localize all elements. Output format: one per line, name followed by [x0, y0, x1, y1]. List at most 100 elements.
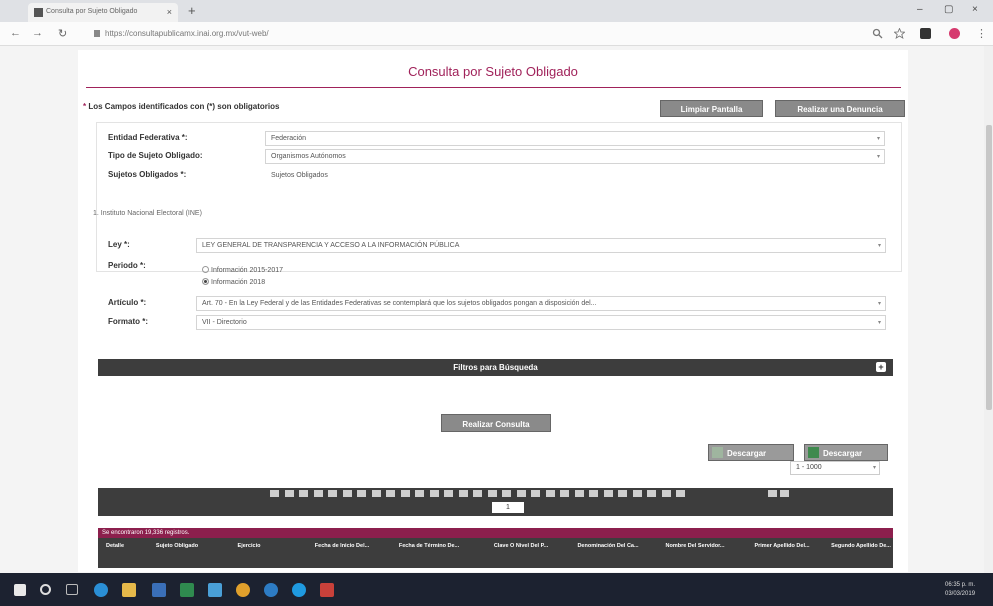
page-number-button[interactable] [386, 490, 395, 497]
tipo-label: Tipo de Sujeto Obligado: [108, 151, 203, 160]
tipo-value: Organismos Autónomos [271, 153, 346, 160]
page-number-button[interactable] [313, 490, 323, 497]
column-header[interactable]: Denominación Del Ca... [572, 543, 644, 550]
page-number-button[interactable] [647, 490, 656, 497]
chrome-icon[interactable] [236, 583, 250, 597]
column-header[interactable]: Detalle [100, 543, 130, 550]
page-number-button[interactable] [487, 490, 497, 497]
articulo-select[interactable]: Art. 70 - En la Ley Federal y de las Ent… [196, 296, 886, 311]
internet-explorer-icon[interactable] [292, 583, 306, 597]
page-number-button[interactable] [502, 490, 511, 497]
scrollbar-thumb[interactable] [986, 125, 992, 410]
page-number-button[interactable] [589, 490, 598, 497]
pdf-reader-icon[interactable] [320, 583, 334, 597]
clear-screen-button[interactable]: Limpiar Pantalla [660, 100, 763, 117]
skype-icon[interactable] [264, 583, 278, 597]
periodo-option-2015[interactable]: Información 2015-2017 [202, 266, 283, 274]
ley-select[interactable]: LEY GENERAL DE TRANSPARENCIA Y ACCESO A … [196, 238, 886, 253]
required-fields-text: Los Campos identificados con (*) son obl… [86, 102, 280, 111]
page-number-button[interactable] [632, 490, 642, 497]
column-header[interactable]: Fecha de Inicio Del... [306, 543, 378, 550]
download-button-1[interactable]: Descargar [708, 444, 794, 461]
maximize-icon[interactable]: ▢ [944, 4, 953, 15]
windows-start-icon[interactable] [14, 584, 26, 596]
extension-icon[interactable] [920, 28, 931, 39]
page-number-button[interactable] [400, 490, 410, 497]
page-number-button[interactable] [780, 490, 789, 497]
download-label: Descargar [823, 449, 863, 458]
lock-icon [94, 30, 100, 37]
word-icon[interactable] [152, 583, 166, 597]
page-number-button[interactable] [371, 490, 381, 497]
column-header[interactable]: Nombre Del Servidor... [660, 543, 730, 550]
page-number-button[interactable] [618, 490, 627, 497]
browser-tab[interactable]: Consulta por Sujeto Obligado × [28, 3, 178, 22]
column-header[interactable]: Primer Apellido Del... [750, 543, 814, 550]
column-header[interactable]: Segundo Apellido De... [830, 543, 892, 550]
rows-range-select[interactable]: 1 - 1000 ▾ [790, 461, 880, 475]
current-page-indicator[interactable]: 1 [492, 502, 524, 513]
chevron-down-icon: ▾ [872, 465, 876, 471]
search-filters-toggle[interactable]: Filtros para Búsqueda + [98, 359, 893, 376]
page-number-button[interactable] [342, 490, 352, 497]
url-text: https://consultapublicamx.inai.org.mx/vu… [105, 29, 269, 38]
entidad-select[interactable]: Federación ▾ [265, 131, 885, 146]
page-number-button[interactable] [560, 490, 569, 497]
entidad-value: Federación [271, 135, 307, 142]
file-explorer-icon[interactable] [122, 583, 136, 597]
page-number-button[interactable] [603, 490, 613, 497]
excel-icon [808, 447, 819, 458]
page-number-button[interactable] [429, 490, 439, 497]
excel-taskbar-icon[interactable] [180, 583, 194, 597]
formato-select[interactable]: VII - Directorio ▾ [196, 315, 886, 330]
periodo-option-label: Información 2015-2017 [211, 267, 283, 274]
page-number-button[interactable] [768, 490, 777, 497]
zoom-icon[interactable] [872, 28, 883, 39]
page-number-button[interactable] [444, 490, 453, 497]
column-header[interactable]: Clave O Nivel Del P... [482, 543, 560, 550]
url-field[interactable]: https://consultapublicamx.inai.org.mx/vu… [86, 26, 856, 42]
page-number-button[interactable] [357, 490, 366, 497]
page-number-button[interactable] [328, 490, 337, 497]
minimize-icon[interactable]: – [917, 4, 923, 15]
close-window-icon[interactable]: × [972, 4, 978, 15]
edge-icon[interactable] [94, 583, 108, 597]
tipo-select[interactable]: Organismos Autónomos ▾ [265, 149, 885, 164]
profile-avatar-icon[interactable] [949, 28, 960, 39]
bookmark-star-icon[interactable] [894, 28, 905, 39]
rows-range-value: 1 - 1000 [796, 464, 822, 471]
back-icon[interactable]: ← [10, 27, 21, 39]
download-button-2[interactable]: Descargar [804, 444, 888, 461]
photos-icon[interactable] [208, 583, 222, 597]
reload-icon[interactable]: ↻ [58, 27, 67, 40]
page-number-button[interactable] [415, 490, 424, 497]
forward-icon[interactable]: → [32, 27, 43, 39]
page-number-button[interactable] [473, 490, 482, 497]
formato-label: Formato *: [108, 317, 148, 326]
menu-dots-icon[interactable]: ⋮ [976, 27, 987, 40]
file-complaint-button[interactable]: Realizar una Denuncia [775, 100, 905, 117]
search-icon[interactable] [40, 584, 51, 595]
page-number-button[interactable] [545, 490, 555, 497]
ley-label: Ley *: [108, 240, 130, 249]
page-number-button[interactable] [574, 490, 584, 497]
close-tab-icon[interactable]: × [167, 7, 172, 17]
page-number-button[interactable] [270, 490, 279, 497]
system-clock[interactable]: 06:35 p. m. 03/03/2019 [945, 581, 975, 599]
new-tab-button[interactable]: + [188, 3, 196, 18]
sujetos-select[interactable]: Sujetos Obligados [265, 168, 465, 183]
run-query-button[interactable]: Realizar Consulta [441, 414, 551, 432]
page-number-button[interactable] [661, 490, 671, 497]
page-number-button[interactable] [516, 490, 526, 497]
task-view-icon[interactable] [66, 584, 78, 595]
column-header[interactable]: Sujeto Obligado [146, 543, 208, 550]
page-number-button[interactable] [299, 490, 308, 497]
page-number-button[interactable] [676, 490, 685, 497]
expand-plus-icon[interactable]: + [876, 362, 886, 372]
column-header[interactable]: Fecha de Término De... [396, 543, 462, 550]
column-header[interactable]: Ejercicio [223, 543, 275, 550]
page-number-button[interactable] [458, 490, 468, 497]
page-number-button[interactable] [284, 490, 294, 497]
periodo-option-2018[interactable]: Información 2018 [202, 278, 265, 286]
page-number-button[interactable] [531, 490, 540, 497]
